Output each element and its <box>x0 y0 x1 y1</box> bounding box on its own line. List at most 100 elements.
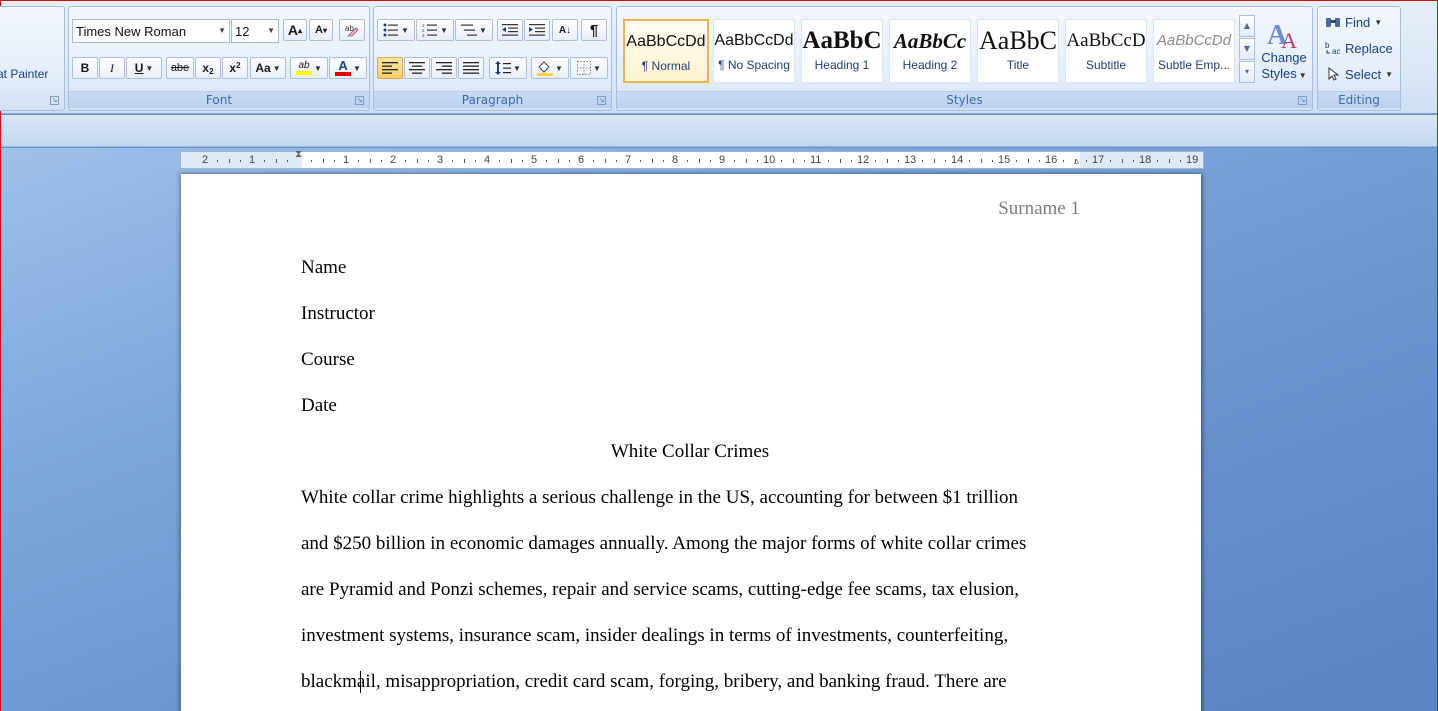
style-title-tile[interactable]: AaBbC Title <box>977 19 1059 83</box>
select-button[interactable]: Select ▼ <box>1324 63 1400 85</box>
chevron-down-icon: ▼ <box>145 63 154 73</box>
ruler-dot <box>887 159 888 163</box>
paragraph-dialog-launcher[interactable]: ↘ <box>597 96 606 105</box>
body-line[interactable]: White collar crime highlights a serious … <box>301 487 1018 509</box>
ruler-dot <box>922 160 923 162</box>
style-heading2-tile[interactable]: AaBbCc Heading 2 <box>889 19 971 83</box>
styles-dialog-launcher[interactable]: ↘ <box>1298 96 1307 105</box>
paragraph-group-label: Paragraph <box>374 91 611 108</box>
doc-line-date[interactable]: Date <box>301 395 337 417</box>
ruler-label: 19 <box>1186 154 1199 166</box>
strikethrough-button[interactable]: abe <box>166 57 194 79</box>
line-spacing-button[interactable]: ▼ <box>489 57 527 79</box>
body-line[interactable]: are Pyramid and Ponzi schemes, repair an… <box>301 579 1019 601</box>
svg-text:A: A <box>1281 28 1297 50</box>
align-right-icon <box>436 62 452 74</box>
align-center-button[interactable] <box>404 57 430 79</box>
font-color-label: A <box>338 58 348 73</box>
doc-line-name[interactable]: Name <box>301 257 346 279</box>
grow-font-button[interactable]: A ▴ <box>283 19 307 41</box>
chevron-down-icon: ▼ <box>272 63 281 73</box>
ruler-label: 17 <box>1092 154 1105 166</box>
chevron-down-icon: ▼ <box>555 63 563 73</box>
format-painter-button[interactable]: at Painter <box>0 63 60 85</box>
change-styles-label-1: Change <box>1261 50 1307 65</box>
style-name: Subtle Emp... <box>1157 58 1231 72</box>
change-styles-button[interactable]: A A Change Styles ▼ <box>1259 11 1309 91</box>
style-normal-tile[interactable]: AaBbCcDd ¶ Normal <box>623 19 709 83</box>
highlight-button[interactable]: ab ▼ <box>290 57 328 79</box>
decrease-indent-icon <box>502 24 518 36</box>
style-preview: AaBbCcDd <box>714 32 794 49</box>
show-hide-button[interactable]: ¶ <box>581 19 607 41</box>
style-name: Heading 2 <box>902 58 958 72</box>
text-cursor <box>360 671 361 693</box>
decrease-indent-button[interactable] <box>497 19 523 41</box>
clipboard-dialog-launcher[interactable]: ↘ <box>50 96 59 105</box>
ruler-dot <box>652 159 653 163</box>
change-styles-label-2: Styles ▼ <box>1261 66 1307 81</box>
ruler-dot <box>475 160 476 162</box>
styles-group: AaBbCcDd ¶ Normal AaBbCcDd ¶ No Spacing … <box>616 6 1313 111</box>
style-no-spacing-tile[interactable]: AaBbCcDd ¶ No Spacing <box>713 19 795 83</box>
font-dialog-launcher[interactable]: ↘ <box>355 96 364 105</box>
sort-button[interactable]: A↓ <box>552 19 578 41</box>
shading-button[interactable]: ▼ <box>531 57 569 79</box>
ribbon: at Painter ↘ Times New Roman ▼ 12 ▼ A ▴ A… <box>0 1 1437 114</box>
highlight-label: ab <box>298 60 310 71</box>
borders-button[interactable]: ▼ <box>570 57 608 79</box>
editing-group: Find ▼ b ac Replace Select ▼ Editing <box>1317 6 1401 111</box>
bullets-button[interactable]: ▼ <box>377 19 415 41</box>
body-line[interactable]: and $250 billion in economic damages ann… <box>301 533 1026 555</box>
superscript-button[interactable]: x2 <box>222 57 248 79</box>
borders-icon <box>577 61 592 75</box>
numbering-button[interactable]: 1 2 3 ▼ <box>416 19 454 41</box>
font-size-combo[interactable]: 12 ▼ <box>231 19 279 43</box>
ribbon-bottom-bar <box>1 115 1437 147</box>
justify-button[interactable] <box>458 57 484 79</box>
font-name-combo[interactable]: Times New Roman ▼ <box>72 19 230 43</box>
shrink-font-button[interactable]: A ▾ <box>309 19 333 41</box>
ruler-dot <box>945 160 946 162</box>
font-group-label: Font <box>69 91 369 108</box>
find-button[interactable]: Find ▼ <box>1324 11 1396 33</box>
styles-gallery-scroll: ▲ ▼ ▾ <box>1239 15 1255 84</box>
gallery-down-button[interactable]: ▼ <box>1239 38 1255 60</box>
underline-button[interactable]: U ▼ <box>126 57 162 79</box>
font-color-icon: A <box>335 58 352 76</box>
change-styles-icon: A A <box>1267 20 1297 50</box>
gallery-up-button[interactable]: ▲ <box>1239 15 1255 37</box>
doc-line-course[interactable]: Course <box>301 349 355 371</box>
align-left-button[interactable] <box>377 57 403 79</box>
change-case-button[interactable]: Aa ▼ <box>250 57 286 79</box>
right-indent-marker[interactable]: ▵ <box>1074 156 1079 167</box>
document-page[interactable]: Surname 1 Name Instructor Course Date Wh… <box>181 174 1201 711</box>
subscript-button[interactable]: x2 <box>195 57 221 79</box>
italic-button[interactable]: I <box>99 57 125 79</box>
style-subtle-emphasis-tile[interactable]: AaBbCcDd Subtle Emp... <box>1153 19 1235 83</box>
ruler-label: 2 <box>390 154 397 166</box>
document-title[interactable]: White Collar Crimes <box>301 441 1079 463</box>
increase-indent-button[interactable] <box>524 19 550 41</box>
first-line-indent-marker[interactable]: ⧗ <box>295 149 302 160</box>
clear-formatting-button[interactable]: ab <box>339 19 365 41</box>
ruler-label: 5 <box>531 154 538 166</box>
body-line[interactable]: blackmail, misappropriation, credit card… <box>301 671 1007 693</box>
style-heading1-tile[interactable]: AaBbC Heading 1 <box>801 19 883 83</box>
body-line[interactable]: investment systems, insurance scam, insi… <box>301 625 1008 647</box>
align-right-button[interactable] <box>431 57 457 79</box>
style-subtitle-tile[interactable]: AaBbCcD Subtitle <box>1065 19 1147 83</box>
ruler-dot <box>934 159 935 163</box>
horizontal-ruler[interactable]: 2 1 1 2 3 4 5 6 7 8 9 10 11 12 13 14 15 16 17 18 19 ⧗ ▵ <box>180 149 1204 169</box>
replace-button[interactable]: b ac Replace <box>1324 37 1400 59</box>
chevron-down-icon: ▼ <box>353 63 361 73</box>
ruler-label: 10 <box>763 154 776 166</box>
doc-line-instructor[interactable]: Instructor <box>301 303 375 325</box>
ruler-label: 1 <box>343 154 350 166</box>
gallery-more-button[interactable]: ▾ <box>1239 61 1255 83</box>
ruler-dot <box>229 159 230 163</box>
multilevel-list-button[interactable]: ▼ <box>455 19 493 41</box>
font-color-button[interactable]: A ▼ <box>329 57 367 79</box>
ruler-label: 8 <box>672 154 679 166</box>
bold-button[interactable]: B <box>72 57 98 79</box>
